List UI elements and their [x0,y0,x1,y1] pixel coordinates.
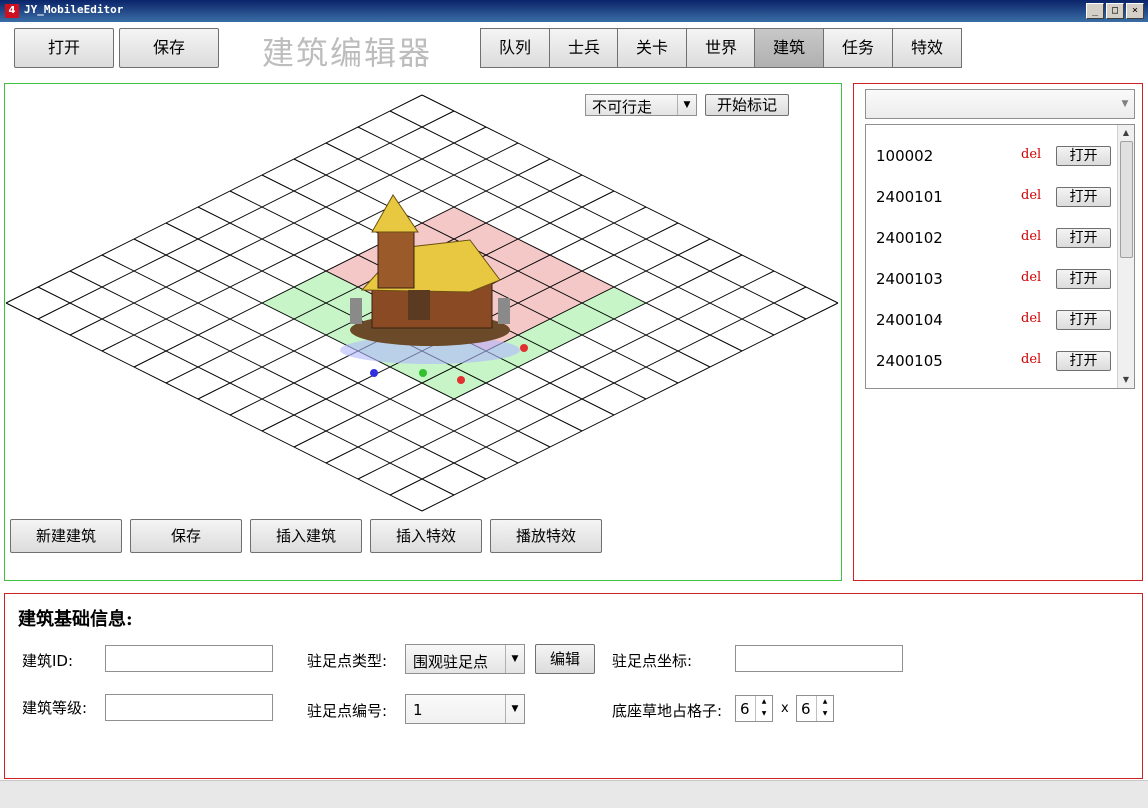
scroll-thumb[interactable] [1120,141,1133,258]
building-id: 2400105 [876,352,943,370]
spin-up-icon[interactable]: ▲ [756,696,772,708]
grid-width-stepper[interactable]: 6 ▲ ▼ [735,695,773,722]
building-level-label: 建筑等级: [22,699,88,717]
open-building-button[interactable]: 打开 [1056,228,1111,248]
spin-down-icon[interactable]: ▼ [756,708,772,720]
open-building-button[interactable]: 打开 [1056,310,1111,330]
grid-height-stepper[interactable]: 6 ▲ ▼ [796,695,834,722]
list-item: 100002 del 打开 [866,133,1118,174]
insert-building-button[interactable]: 插入建筑 [250,519,362,553]
station-no-select[interactable]: 1 ▼ [405,694,525,724]
delete-link[interactable]: del [1021,229,1041,244]
list-item: 2400101 del 打开 [866,174,1118,215]
building-list[interactable]: 100002 del 打开 2400101 del 打开 2400102 del 打开 24001… [865,124,1135,389]
chevron-down-icon: ▼ [677,95,696,115]
open-building-button[interactable]: 打开 [1056,146,1111,166]
building-info-panel [4,593,1143,779]
station-point[interactable] [419,369,427,377]
building-id: 100002 [876,147,934,165]
walk-type-value: 不可行走 [592,98,653,116]
building-level-input[interactable] [105,694,273,721]
grid-width-value: 6 [740,700,750,718]
status-bar [0,780,1148,808]
station-coord-label: 驻足点坐标: [612,652,693,670]
play-effect-button[interactable]: 播放特效 [490,519,602,553]
scroll-up-icon[interactable]: ▲ [1118,125,1134,141]
station-point[interactable] [520,344,528,352]
delete-link[interactable]: del [1021,188,1041,203]
station-coord-input[interactable] [735,645,903,672]
delete-link[interactable]: del [1021,270,1041,285]
open-building-button[interactable]: 打开 [1056,351,1111,371]
building-id-input[interactable] [105,645,273,672]
grid-size-label: 底座草地占格子: [612,702,723,720]
chevron-down-icon: ▼ [1121,99,1129,109]
list-scrollbar[interactable]: ▲ ▼ [1117,125,1134,388]
insert-effect-button[interactable]: 插入特效 [370,519,482,553]
building-id: 2400102 [876,229,943,247]
delete-link[interactable]: del [1021,147,1041,162]
open-building-button[interactable]: 打开 [1056,269,1111,289]
building-id: 2400103 [876,270,943,288]
walk-type-select[interactable]: 不可行走 ▼ [585,94,697,116]
grid-height-value: 6 [801,700,811,718]
spin-up-icon[interactable]: ▲ [817,696,833,708]
list-item: 2400103 del 打开 [866,256,1118,297]
delete-link[interactable]: del [1021,311,1041,326]
info-heading: 建筑基础信息: [18,609,133,630]
station-point[interactable] [370,369,378,377]
chevron-down-icon: ▼ [505,695,524,723]
list-item: 2400105 del 打开 [866,338,1118,379]
building-id: 2400101 [876,188,943,206]
building-id: 2400104 [876,311,943,329]
grid-times-label: x [781,701,789,716]
edit-station-button[interactable]: 编辑 [535,644,595,674]
station-point[interactable] [457,376,465,384]
station-no-label: 驻足点编号: [307,702,388,720]
station-type-select[interactable]: 围观驻足点 ▼ [405,644,525,674]
building-id-label: 建筑ID: [22,652,74,670]
delete-link[interactable]: del [1021,352,1041,367]
station-type-value: 围观驻足点 [413,653,489,671]
map-save-button[interactable]: 保存 [130,519,242,553]
start-mark-button[interactable]: 开始标记 [705,94,789,116]
new-building-button[interactable]: 新建建筑 [10,519,122,553]
list-item: 2400102 del 打开 [866,215,1118,256]
spin-down-icon[interactable]: ▼ [817,708,833,720]
open-building-button[interactable]: 打开 [1056,187,1111,207]
building-search-combo[interactable]: ▼ [865,89,1135,119]
list-item: 2400104 del 打开 [866,297,1118,338]
station-no-value: 1 [413,701,423,719]
station-type-label: 驻足点类型: [307,652,388,670]
chevron-down-icon: ▼ [505,645,524,673]
scroll-down-icon[interactable]: ▼ [1118,372,1134,388]
